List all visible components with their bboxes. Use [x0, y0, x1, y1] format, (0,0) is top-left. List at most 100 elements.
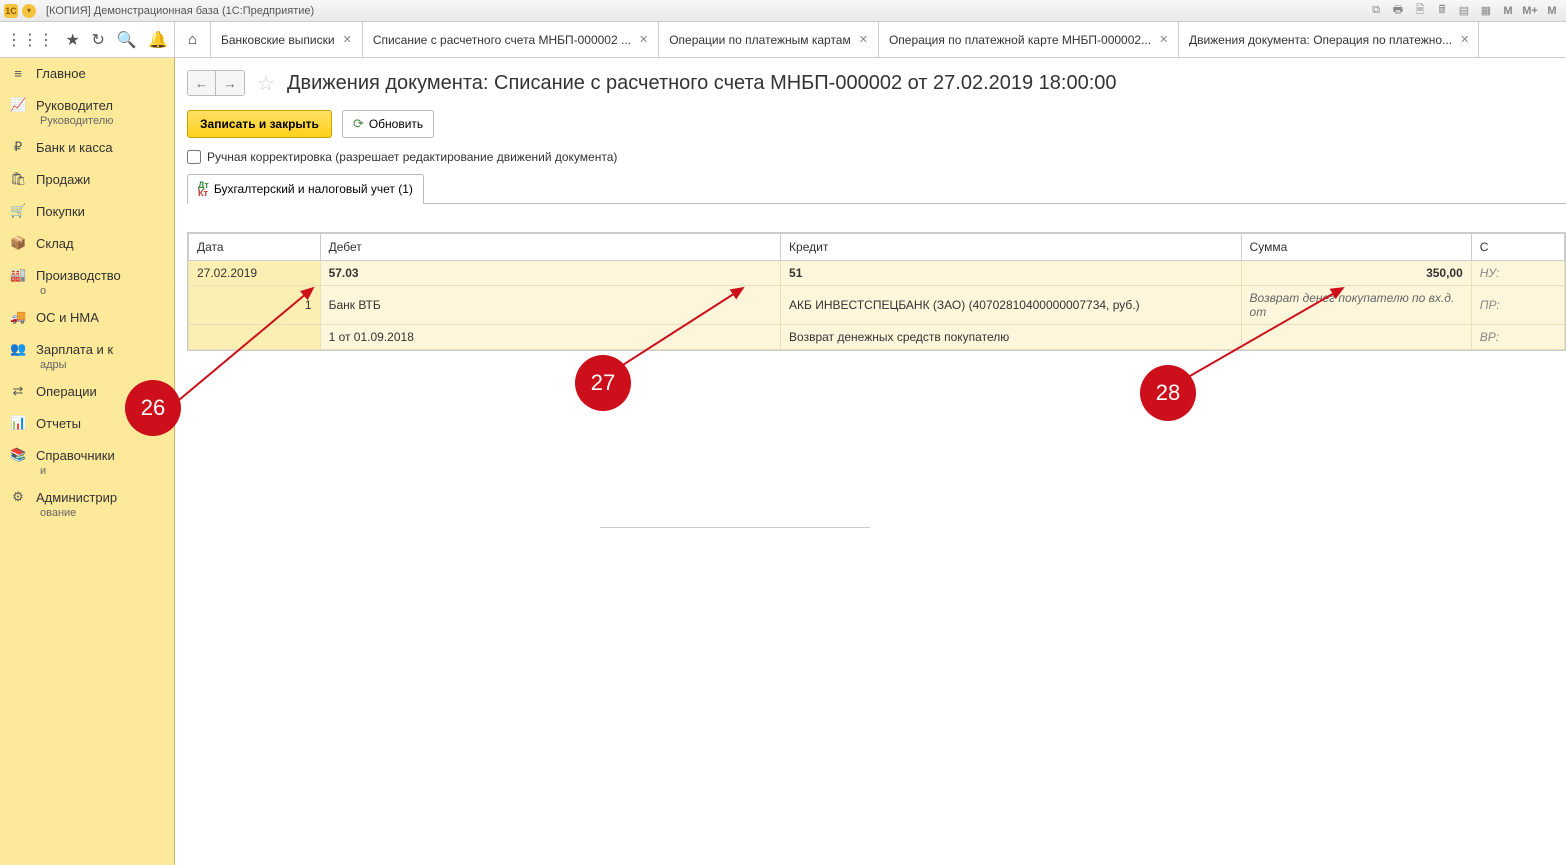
- chart-icon: 📈: [10, 97, 26, 113]
- search-icon[interactable]: 🔍: [117, 30, 137, 50]
- factory-icon: 🏭: [10, 267, 26, 283]
- tb-icon-cal-red[interactable]: ▦: [1478, 3, 1494, 19]
- books-icon: 📚: [10, 447, 26, 463]
- cell-debit-analytic: Банк ВТБ: [320, 286, 780, 325]
- favorite-star-icon[interactable]: ☆: [257, 71, 275, 96]
- sidebar-label: Склад: [36, 236, 74, 251]
- tab-label: Операции по платежным картам: [669, 33, 851, 47]
- tab-bank-statements[interactable]: Банковские выписки ✕: [211, 22, 363, 57]
- table-row[interactable]: 1 от 01.09.2018 Возврат денежных средств…: [189, 325, 1565, 350]
- tb-icon-doc[interactable]: 🗎: [1412, 3, 1428, 19]
- sidebar: ≡Главное 📈 Руководител Руководителю ₽Банк…: [0, 58, 175, 865]
- tab-label: Списание с расчетного счета МНБП-000002 …: [373, 33, 631, 47]
- sidebar-label: Производство: [36, 268, 121, 283]
- sidebar-label: ОС и НМА: [36, 310, 99, 325]
- sidebar-label: Операции: [36, 384, 97, 399]
- nav-back-button[interactable]: ←: [188, 71, 216, 95]
- home-icon: ⌂: [188, 31, 197, 48]
- cell-nu: НУ:: [1471, 261, 1564, 286]
- cell-empty2: [1241, 325, 1471, 350]
- sidebar-item-warehouse[interactable]: 📦 Склад: [0, 227, 174, 259]
- app-dropdown-icon[interactable]: ▾: [22, 4, 36, 18]
- table-header-row: Дата Дебет Кредит Сумма С: [189, 234, 1565, 261]
- tab-label: Операция по платежной карте МНБП-000002.…: [889, 33, 1151, 47]
- sidebar-label: Администрир: [36, 490, 117, 505]
- sidebar-item-assets[interactable]: 🚚 ОС и НМА: [0, 301, 174, 333]
- tab-writeoff[interactable]: Списание с расчетного счета МНБП-000002 …: [363, 22, 659, 57]
- cell-pr: ПР:: [1471, 286, 1564, 325]
- close-icon[interactable]: ✕: [639, 33, 648, 46]
- tab-card-op[interactable]: Операция по платежной карте МНБП-000002.…: [879, 22, 1179, 57]
- sidebar-sub: адры: [0, 359, 174, 371]
- sidebar-sub: и: [0, 465, 174, 477]
- close-icon[interactable]: ✕: [1460, 33, 1469, 46]
- sidebar-item-sales[interactable]: 🛍 Продажи: [0, 163, 174, 195]
- tb-icon-print[interactable]: 🖶: [1390, 3, 1406, 19]
- page-title: Движения документа: Списание с расчетног…: [287, 72, 1117, 95]
- tb-icon-1[interactable]: ⧉: [1368, 3, 1384, 19]
- cell-empty: [189, 325, 321, 350]
- th-sum: Сумма: [1241, 234, 1471, 261]
- sidebar-item-purchases[interactable]: 🛒Покупки: [0, 195, 174, 227]
- tab-home[interactable]: ⌂: [175, 22, 211, 57]
- cell-debit-doc: 1 от 01.09.2018: [320, 325, 780, 350]
- star-icon[interactable]: ★: [66, 30, 80, 50]
- bag-icon: 🛍: [10, 171, 26, 187]
- toolbar-icon-group: ⋮⋮⋮ ★ ↻ 🔍 🔔: [0, 22, 175, 57]
- history-icon[interactable]: ↻: [92, 30, 105, 50]
- tb-icon-cal-green[interactable]: ▤: [1456, 3, 1472, 19]
- sidebar-label: Главное: [36, 66, 86, 81]
- sidebar-sub: о: [0, 285, 174, 297]
- tab-label: Банковские выписки: [221, 33, 335, 47]
- tab-accounting-label: Бухгалтерский и налоговый учет (1): [214, 182, 413, 196]
- tb-Mminus[interactable]: M: [1544, 3, 1560, 19]
- th-ext: С: [1471, 234, 1564, 261]
- cell-credit-analytic: АКБ ИНВЕСТСПЕЦБАНК (ЗАО) (40702810400000…: [781, 286, 1241, 325]
- refresh-button[interactable]: ⟳ Обновить: [342, 110, 434, 138]
- ruble-icon: ₽: [10, 139, 26, 155]
- nav-buttons: ← →: [187, 70, 245, 96]
- cell-sum-desc: Возврат денег покупателю по вх.д. от: [1241, 286, 1471, 325]
- annotation-badge-27: 27: [575, 355, 631, 411]
- cell-sum: 350,00: [1241, 261, 1471, 286]
- window-title: [КОПИЯ] Демонстрационная база (1С:Предпр…: [46, 5, 314, 17]
- table-row[interactable]: 1 Банк ВТБ АКБ ИНВЕСТСПЕЦБАНК (ЗАО) (407…: [189, 286, 1565, 325]
- sidebar-label: Руководител: [36, 98, 113, 113]
- tab-label: Движения документа: Операция по платежно…: [1189, 33, 1452, 47]
- sidebar-label: Справочники: [36, 448, 115, 463]
- sidebar-label: Продажи: [36, 172, 90, 187]
- sidebar-label: Зарплата и к: [36, 342, 113, 357]
- annotation-badge-26: 26: [125, 380, 181, 436]
- tab-movements[interactable]: Движения документа: Операция по платежно…: [1179, 22, 1479, 57]
- tb-M[interactable]: M: [1500, 3, 1516, 19]
- manual-edit-checkbox[interactable]: [187, 150, 201, 164]
- box-icon: 📦: [10, 235, 26, 251]
- annotation-badge-28: 28: [1140, 365, 1196, 421]
- nav-forward-button[interactable]: →: [216, 71, 244, 95]
- dtkt-icon: ДтКт: [198, 181, 209, 197]
- tb-icon-calc[interactable]: 🖩: [1434, 3, 1450, 19]
- cell-debit-account: 57.03: [320, 261, 780, 286]
- sidebar-label: Отчеты: [36, 416, 81, 431]
- save-close-button[interactable]: Записать и закрыть: [187, 110, 332, 138]
- main-toolbar: ⋮⋮⋮ ★ ↻ 🔍 🔔 ⌂ Банковские выписки ✕ Списа…: [0, 22, 1566, 58]
- main-content: ← → ☆ Движения документа: Списание с рас…: [175, 58, 1566, 865]
- close-icon[interactable]: ✕: [859, 33, 868, 46]
- people-icon: 👥: [10, 341, 26, 357]
- close-icon[interactable]: ✕: [1159, 33, 1168, 46]
- cell-vr: ВР:: [1471, 325, 1564, 350]
- sidebar-sub: Руководителю: [0, 115, 174, 127]
- tab-accounting[interactable]: ДтКт Бухгалтерский и налоговый учет (1): [187, 174, 424, 204]
- truck-icon: 🚚: [10, 309, 26, 325]
- apps-icon[interactable]: ⋮⋮⋮: [6, 30, 54, 50]
- tab-card-ops[interactable]: Операции по платежным картам ✕: [659, 22, 879, 57]
- bell-icon[interactable]: 🔔: [148, 30, 168, 50]
- th-date: Дата: [189, 234, 321, 261]
- separator-line: [600, 527, 870, 528]
- tb-Mplus[interactable]: M+: [1522, 3, 1538, 19]
- close-icon[interactable]: ✕: [343, 33, 352, 46]
- table-row[interactable]: 27.02.2019 57.03 51 350,00 НУ:: [189, 261, 1565, 286]
- sidebar-label: Покупки: [36, 204, 85, 219]
- sidebar-item-bank[interactable]: ₽Банк и касса: [0, 131, 174, 163]
- sidebar-item-main[interactable]: ≡Главное: [0, 58, 174, 89]
